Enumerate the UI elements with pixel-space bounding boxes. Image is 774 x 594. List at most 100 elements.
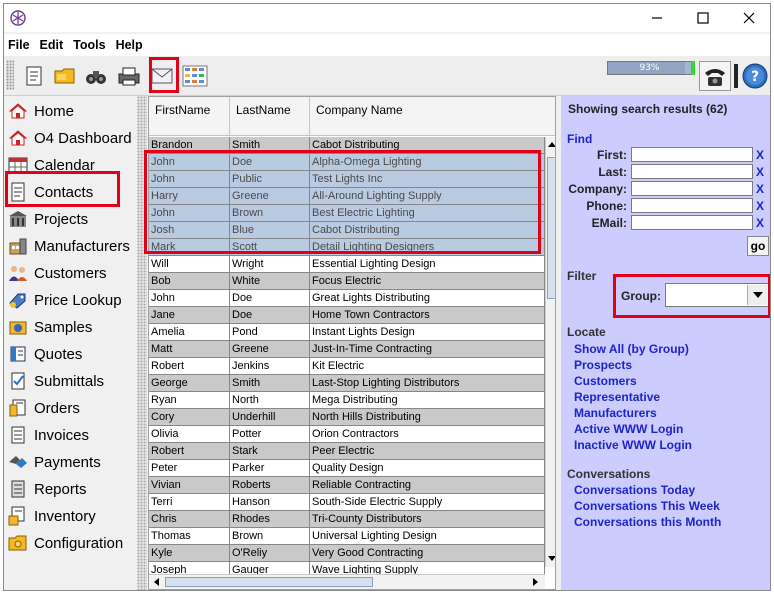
sidebar-item-reports[interactable]: Reports bbox=[4, 476, 137, 502]
sidebar-item-label: Quotes bbox=[34, 345, 83, 363]
menu-edit[interactable]: Edit bbox=[40, 38, 64, 52]
sidebar-item-o4-dashboard[interactable]: O4 Dashboard bbox=[4, 125, 137, 151]
conversations-today-link[interactable]: Conversations Today bbox=[574, 483, 695, 497]
order-icon bbox=[8, 398, 28, 418]
table-row[interactable]: Bob White Focus Electric bbox=[149, 273, 545, 290]
sidebar-item-samples[interactable]: Samples bbox=[4, 314, 137, 340]
sidebar-item-quotes[interactable]: Quotes bbox=[4, 341, 137, 367]
toolbar-email-button[interactable] bbox=[149, 63, 175, 89]
sidebar-item-calendar[interactable]: Calendar bbox=[4, 152, 137, 178]
locate-link-prospects[interactable]: Prospects bbox=[574, 358, 632, 372]
cell-company: Very Good Contracting bbox=[310, 545, 545, 562]
table-row[interactable]: Terri Hanson South-Side Electric Supply bbox=[149, 494, 545, 511]
sidebar-item-invoices[interactable]: Invoices bbox=[4, 422, 137, 448]
sidebar-item-price-lookup[interactable]: Price Lookup bbox=[4, 287, 137, 313]
minimize-button[interactable] bbox=[634, 4, 680, 32]
sidebar-item-projects[interactable]: Projects bbox=[4, 206, 137, 232]
locate-link-active-www-login[interactable]: Active WWW Login bbox=[574, 422, 683, 436]
clear-phone-button[interactable]: X bbox=[756, 199, 764, 213]
sidebar-item-payments[interactable]: Payments bbox=[4, 449, 137, 475]
table-row[interactable]: Robert Stark Peer Electric bbox=[149, 443, 545, 460]
conversations-this-month-link[interactable]: Conversations this Month bbox=[574, 515, 721, 529]
go-button[interactable]: go bbox=[747, 236, 769, 256]
group-dropdown[interactable] bbox=[665, 283, 769, 307]
table-row[interactable]: Chris Rhodes Tri-County Distributors bbox=[149, 511, 545, 528]
locate-link-manufacturers[interactable]: Manufacturers bbox=[574, 406, 657, 420]
toolbar-search-button[interactable] bbox=[83, 63, 109, 89]
company-input[interactable] bbox=[631, 181, 753, 196]
column-header-company[interactable]: Company Name bbox=[310, 97, 555, 136]
cell-lastname: Smith bbox=[230, 375, 310, 392]
maximize-button[interactable] bbox=[680, 4, 726, 32]
menu-tools[interactable]: Tools bbox=[73, 38, 105, 52]
table-row[interactable]: Thomas Brown Universal Lighting Design bbox=[149, 528, 545, 545]
group-dropdown-arrow[interactable] bbox=[747, 285, 767, 305]
toolbar-grip[interactable] bbox=[6, 60, 14, 90]
menu-file[interactable]: File bbox=[8, 38, 30, 52]
first-name-input[interactable] bbox=[631, 147, 753, 162]
binoculars-icon bbox=[86, 71, 106, 84]
cell-firstname: Robert bbox=[149, 443, 230, 460]
locate-link-inactive-www-login[interactable]: Inactive WWW Login bbox=[574, 438, 692, 452]
toolbar-folder-button[interactable] bbox=[52, 63, 78, 89]
sidebar-item-contacts[interactable]: Contacts bbox=[4, 179, 137, 205]
table-row[interactable]: Peter Parker Quality Design bbox=[149, 460, 545, 477]
scroll-left-icon[interactable] bbox=[152, 577, 162, 587]
close-button[interactable] bbox=[726, 4, 770, 32]
vertical-scrollbar[interactable] bbox=[545, 137, 556, 567]
toolbar-contact-card-button[interactable] bbox=[21, 63, 47, 89]
table-row[interactable]: Josh Blue Cabot Distributing bbox=[149, 222, 545, 239]
toolbar-print-button[interactable] bbox=[116, 63, 142, 89]
scroll-up-icon[interactable] bbox=[547, 140, 556, 150]
sidebar-item-manufacturers[interactable]: Manufacturers bbox=[4, 233, 137, 259]
toolbar-schedule-button[interactable] bbox=[182, 63, 208, 89]
table-row[interactable]: George Smith Last-Stop Lighting Distributo… bbox=[149, 375, 545, 392]
table-row[interactable]: Ryan North Mega Distributing bbox=[149, 392, 545, 409]
toolbar-phone-dropdown[interactable] bbox=[732, 61, 740, 91]
table-row[interactable]: John Doe Great Lights Distributing bbox=[149, 290, 545, 307]
clear-first-name-button[interactable]: X bbox=[756, 148, 764, 162]
clear-last-name-button[interactable]: X bbox=[756, 165, 764, 179]
scroll-down-icon[interactable] bbox=[547, 553, 556, 563]
table-row[interactable]: Jane Doe Home Town Contractors bbox=[149, 307, 545, 324]
table-row[interactable]: Amelia Pond Instant Lights Design bbox=[149, 324, 545, 341]
table-row[interactable]: Robert Jenkins Kit Electric bbox=[149, 358, 545, 375]
horizontal-scrollbar[interactable] bbox=[149, 574, 545, 589]
sidebar-item-customers[interactable]: Customers bbox=[4, 260, 137, 286]
sidebar-item-orders[interactable]: Orders bbox=[4, 395, 137, 421]
table-row[interactable]: Harry Greene All-Around Lighting Supply bbox=[149, 188, 545, 205]
last-name-input[interactable] bbox=[631, 164, 753, 179]
table-row[interactable]: Cory Underhill North Hills Distributing bbox=[149, 409, 545, 426]
menu-help[interactable]: Help bbox=[116, 38, 143, 52]
phone-input[interactable] bbox=[631, 198, 753, 213]
conversations-this-week-link[interactable]: Conversations This Week bbox=[574, 499, 720, 513]
table-row[interactable]: Will Wright Essential Lighting Design bbox=[149, 256, 545, 273]
table-row[interactable]: John Brown Best Electric Lighting bbox=[149, 205, 545, 222]
sidebar-item-submittals[interactable]: Submittals bbox=[4, 368, 137, 394]
sidebar-item-configuration[interactable]: Configuration bbox=[4, 530, 137, 556]
locate-link-customers[interactable]: Customers bbox=[574, 374, 637, 388]
sidebar-item-inventory[interactable]: Inventory bbox=[4, 503, 137, 529]
toolbar-help-button[interactable]: ? bbox=[742, 63, 768, 89]
table-row[interactable]: Mark Scott Detail Lighting Designers bbox=[149, 239, 545, 256]
column-header-lastname[interactable]: LastName bbox=[230, 97, 310, 136]
column-header-firstname[interactable]: FirstName bbox=[149, 97, 230, 136]
table-row[interactable]: John Doe Alpha-Omega Lighting bbox=[149, 154, 545, 171]
sidebar-splitter[interactable] bbox=[137, 96, 147, 590]
scroll-right-icon[interactable] bbox=[530, 577, 540, 587]
vertical-scroll-thumb[interactable] bbox=[547, 157, 555, 299]
horizontal-scroll-thumb[interactable] bbox=[165, 577, 373, 587]
table-row[interactable]: Matt Greene Just-In-Time Contracting bbox=[149, 341, 545, 358]
locate-link-representative[interactable]: Representative bbox=[574, 390, 660, 404]
sidebar-item-home[interactable]: Home bbox=[4, 98, 137, 124]
table-row[interactable]: John Public Test Lights Inc bbox=[149, 171, 545, 188]
table-row[interactable]: Olivia Potter Orion Contractors bbox=[149, 426, 545, 443]
table-row[interactable]: Kyle O'Reliy Very Good Contracting bbox=[149, 545, 545, 562]
table-row[interactable]: Brandon Smith Cabot Distributing bbox=[149, 137, 545, 154]
clear-company-button[interactable]: X bbox=[756, 182, 764, 196]
clear-email-button[interactable]: X bbox=[756, 216, 764, 230]
email-input[interactable] bbox=[631, 215, 753, 230]
toolbar-phone-button[interactable] bbox=[699, 61, 731, 91]
table-row[interactable]: Vivian Roberts Reliable Contracting bbox=[149, 477, 545, 494]
locate-link-show-all[interactable]: Show All (by Group) bbox=[574, 342, 689, 356]
